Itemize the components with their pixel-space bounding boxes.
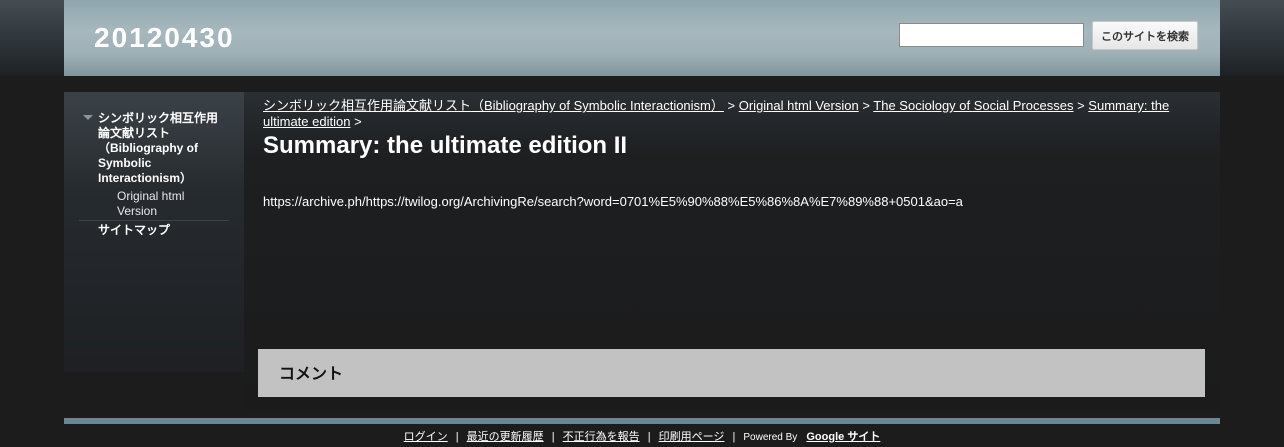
footer-link-report-abuse[interactable]: 不正行為を報告 (563, 431, 640, 443)
page-body-text: https://archive.ph/https://twilog.org/Ar… (263, 194, 963, 209)
search-button[interactable]: このサイトを検索 (1092, 21, 1198, 50)
comments-section: コメント (258, 349, 1205, 397)
footer-link-print-page[interactable]: 印刷用ページ (659, 431, 725, 443)
google-sites-link[interactable]: Google サイト (806, 431, 880, 443)
footer-bar (64, 418, 1220, 424)
main-content: シンボリック相互作用論文献リスト（Bibliography of Symboli… (244, 92, 1220, 410)
breadcrumb-separator: > (354, 114, 362, 129)
footer-separator: | (551, 431, 555, 443)
breadcrumb-separator: > (727, 98, 736, 113)
sidebar-item-original-html[interactable]: Original html Version (117, 189, 227, 219)
footer-link-recent-changes[interactable]: 最近の更新履歴 (467, 431, 544, 443)
breadcrumb-link-sociology[interactable]: The Sociology of Social Processes (873, 98, 1073, 113)
breadcrumb-link-original-html[interactable]: Original html Version (739, 98, 859, 113)
page-title: Summary: the ultimate edition II (263, 132, 628, 159)
breadcrumb-separator: > (862, 98, 870, 113)
comments-title: コメント (279, 366, 344, 383)
footer-separator: | (647, 431, 651, 443)
powered-by-text: Powered By (743, 432, 798, 443)
footer: ログイン | 最近の更新履歴 | 不正行為を報告 | 印刷用ページ | Powe… (0, 428, 1284, 444)
breadcrumb: シンボリック相互作用論文献リスト（Bibliography of Symboli… (263, 98, 1193, 130)
breadcrumb-separator: > (1077, 98, 1085, 113)
search-input[interactable] (899, 23, 1084, 47)
sidebar-divider (79, 220, 229, 221)
expand-triangle-icon[interactable] (83, 115, 93, 120)
sidebar-item-sitemap[interactable]: サイトマップ (98, 223, 170, 238)
footer-link-login[interactable]: ログイン (404, 431, 448, 443)
breadcrumb-link-bibliography[interactable]: シンボリック相互作用論文献リスト（Bibliography of Symboli… (263, 98, 724, 113)
footer-separator: | (732, 431, 736, 443)
sidebar-navigation: シンボリック相互作用論文献リスト（Bibliography of Symboli… (64, 92, 244, 372)
site-title[interactable]: 20120430 (94, 22, 235, 54)
site-header: 20120430 このサイトを検索 (64, 0, 1220, 76)
sidebar-item-bibliography[interactable]: シンボリック相互作用論文献リスト（Bibliography of Symboli… (98, 111, 228, 186)
footer-separator: | (455, 431, 459, 443)
